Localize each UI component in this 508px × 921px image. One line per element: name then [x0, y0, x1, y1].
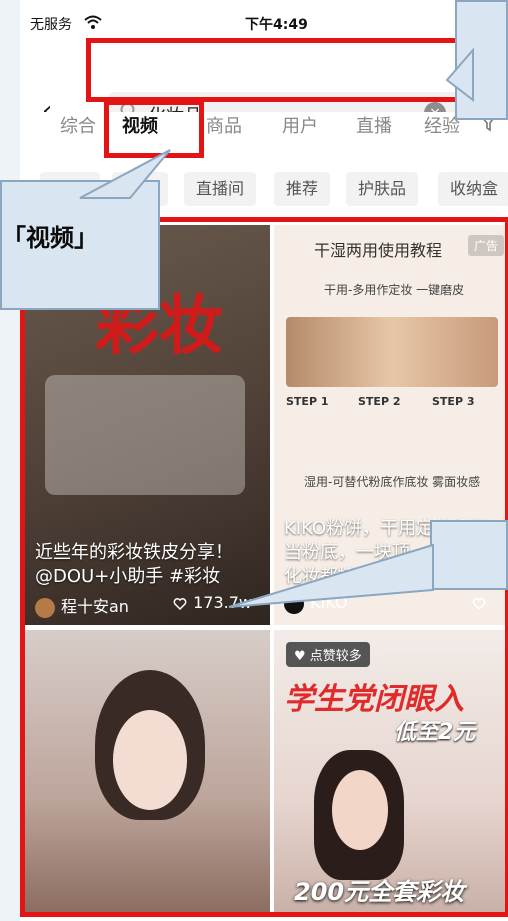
phone-screen: 无服务 下午4:49 ‹ 化妆品 × 综合 视频 — [20, 0, 508, 921]
filter-chip-recommend[interactable]: 推荐 — [274, 172, 331, 206]
tab-comprehensive[interactable]: 综合 — [60, 112, 96, 138]
callout-pointer — [228, 543, 434, 608]
tab-users[interactable]: 用户 — [282, 112, 318, 138]
annotated-screenshot: 无服务 下午4:49 ‹ 化妆品 × 综合 视频 — [0, 0, 508, 921]
callout-text: 「视频」 — [2, 224, 98, 252]
filter-chip-storage[interactable]: 收纳盒 — [438, 172, 508, 206]
clock: 下午4:49 — [245, 17, 308, 33]
wifi-icon — [84, 15, 102, 29]
callout-pointer — [79, 149, 171, 199]
callout-pointer — [445, 47, 474, 103]
highlight-box-search — [86, 38, 474, 102]
filter-chip-live-room[interactable]: 直播间 — [184, 172, 257, 206]
tab-products[interactable]: 商品 — [206, 112, 242, 138]
callout-box — [430, 520, 508, 590]
carrier-label: 无服务 — [30, 17, 72, 33]
filter-chip-skincare[interactable]: 护肤品 — [346, 172, 419, 206]
tab-live[interactable]: 直播 — [356, 112, 392, 138]
status-bar: 无服务 下午4:49 — [20, 0, 508, 38]
